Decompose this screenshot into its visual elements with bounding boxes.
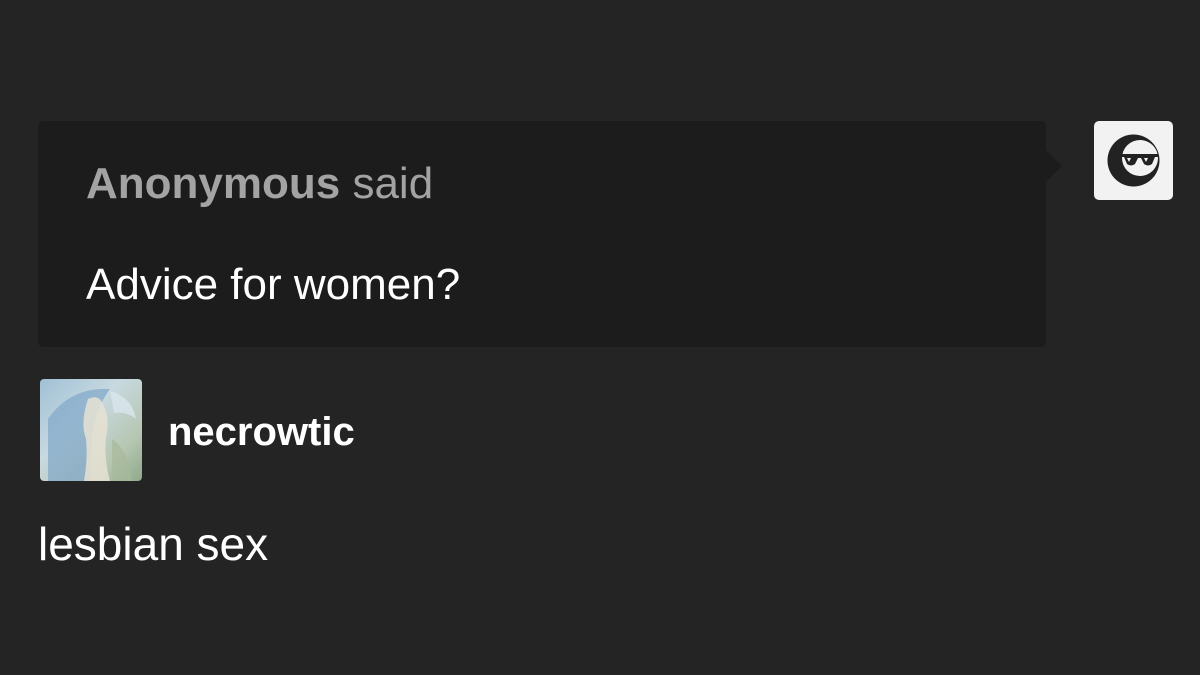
answer-text: lesbian sex	[38, 518, 269, 570]
asker-line: Anonymous said	[86, 159, 433, 209]
blog-avatar[interactable]	[40, 379, 142, 481]
question-text: Advice for women?	[86, 260, 461, 309]
ask-bubble: Anonymous said Advice for women?	[38, 121, 1046, 347]
ask-bubble-pointer	[1046, 150, 1062, 182]
anonymous-avatar[interactable]	[1094, 121, 1173, 200]
blog-avatar-image	[48, 388, 136, 481]
username[interactable]: necrowtic	[168, 410, 355, 454]
said-label: said	[340, 159, 434, 208]
asker-name: Anonymous	[86, 159, 341, 208]
anonymous-sunglasses-icon	[1107, 134, 1160, 187]
